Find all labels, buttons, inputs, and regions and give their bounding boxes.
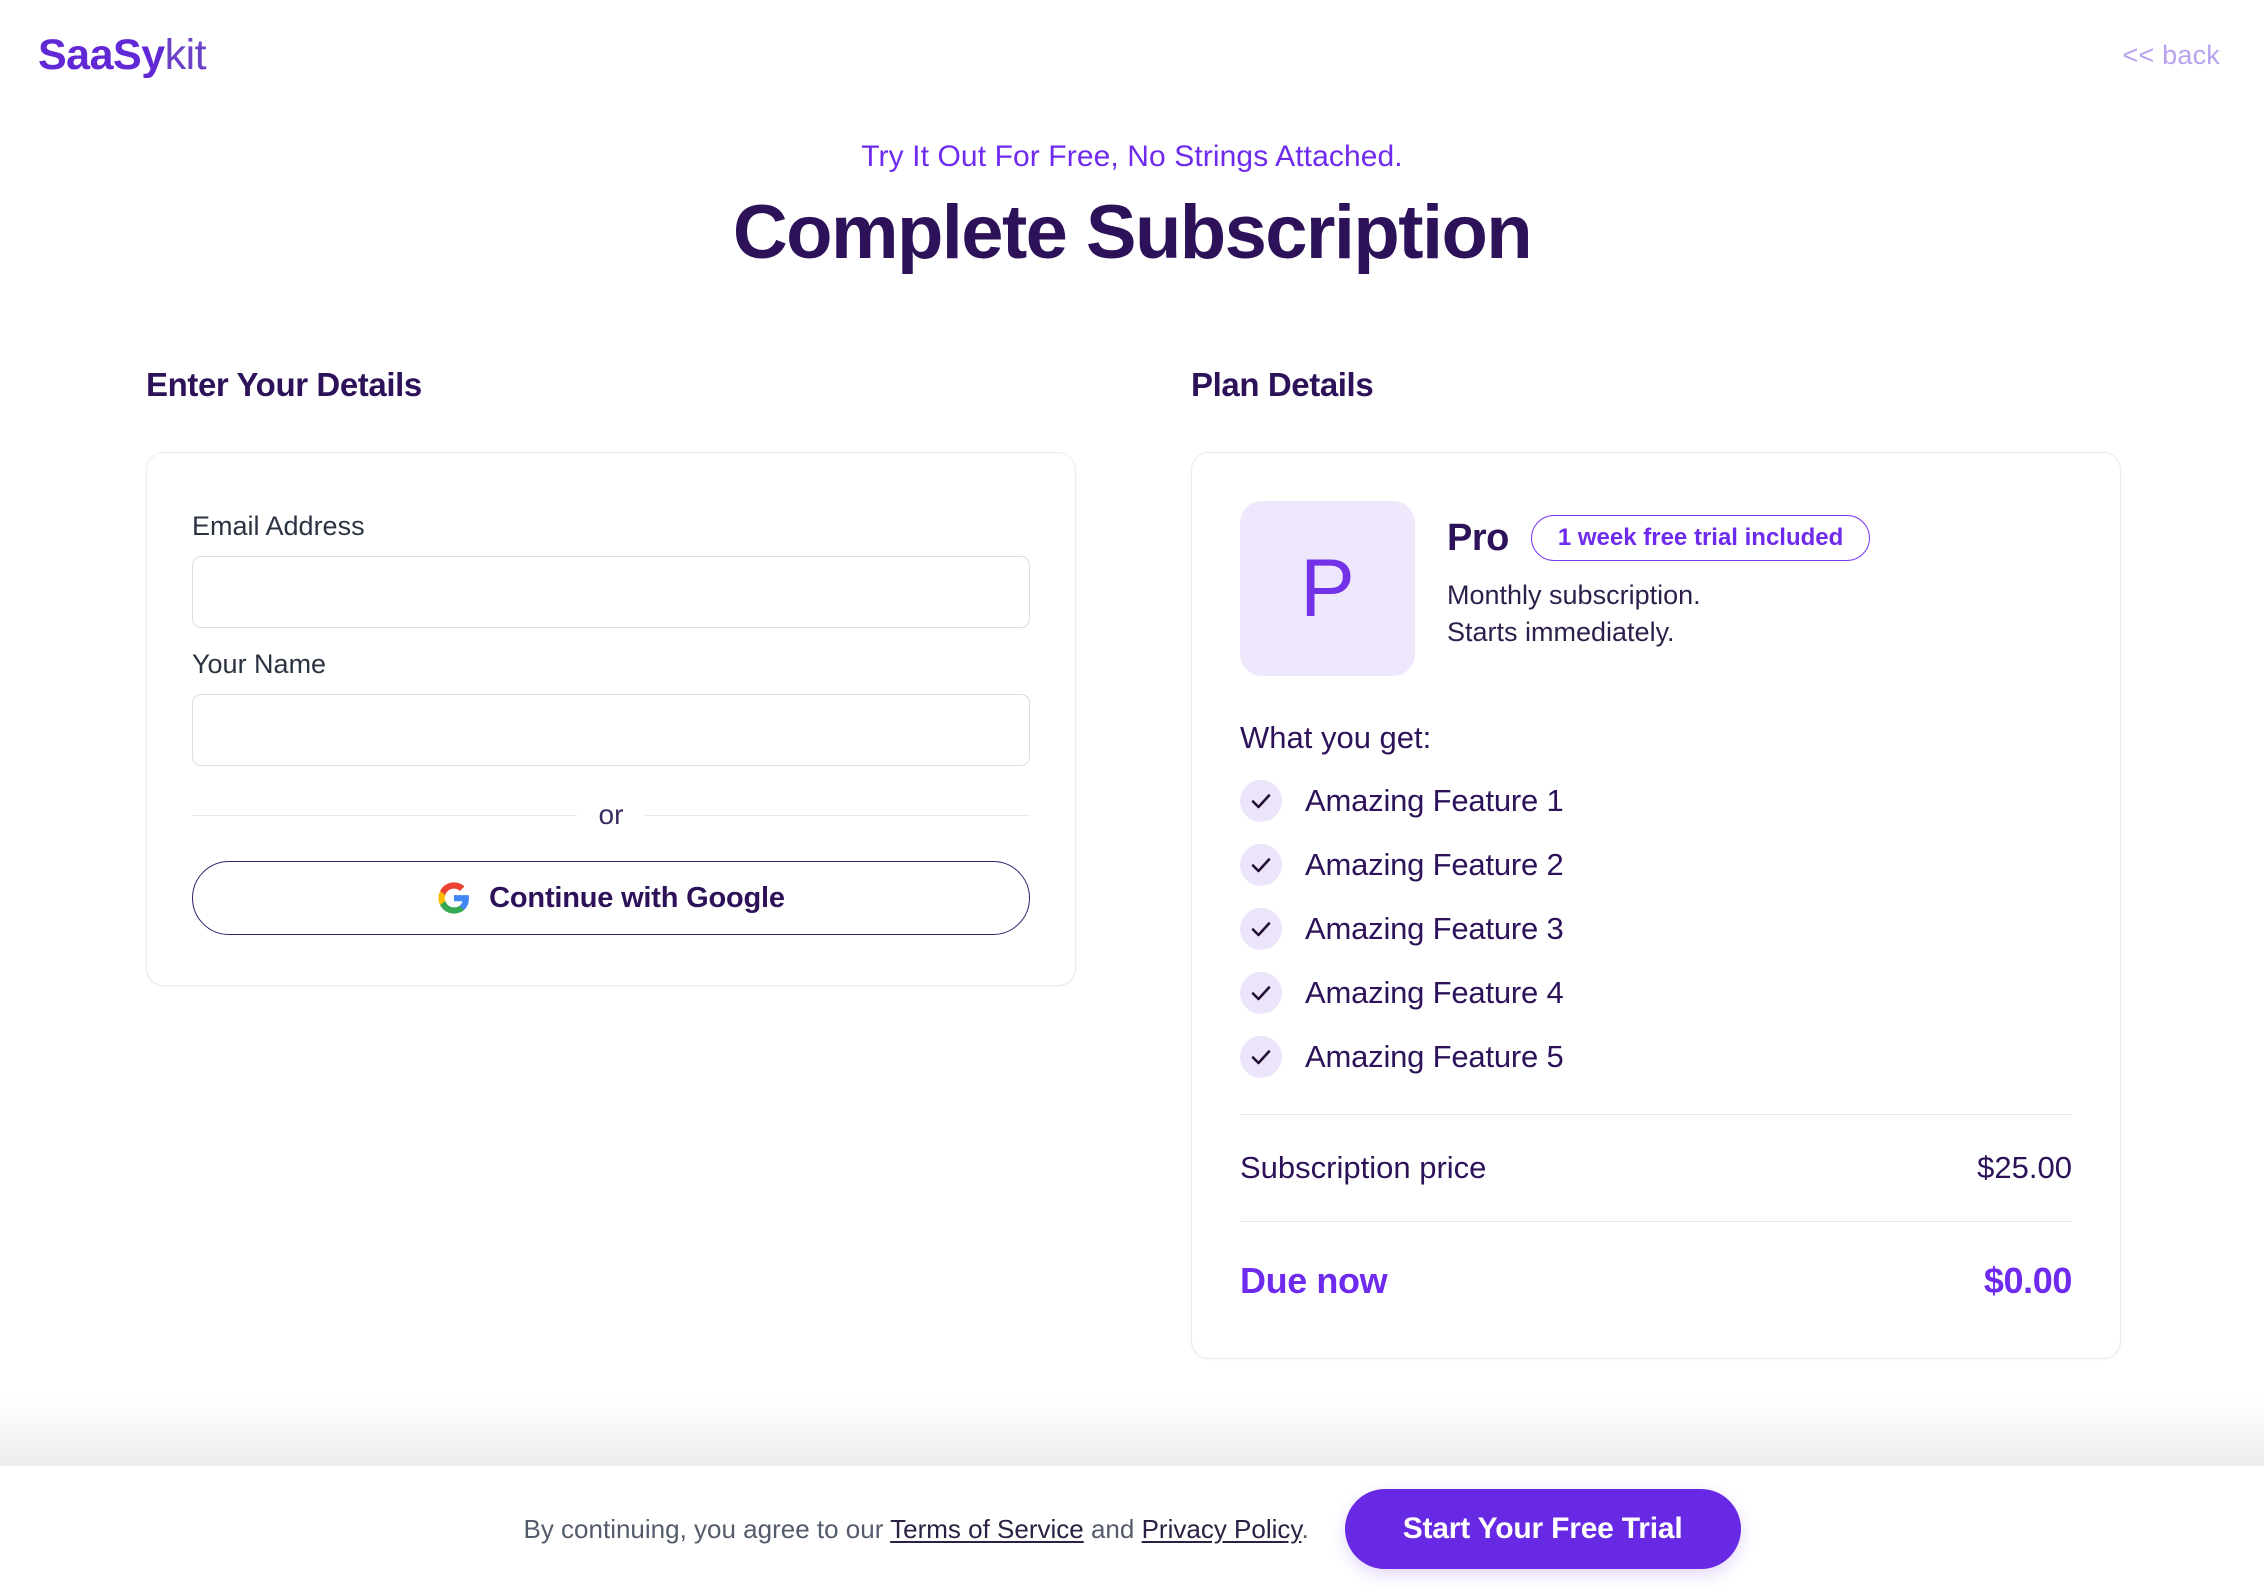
plan-avatar-letter: P (1300, 542, 1355, 634)
email-input[interactable] (192, 556, 1030, 628)
consent-prefix: By continuing, you agree to our (523, 1513, 891, 1544)
divider-line-left (192, 814, 577, 816)
back-link[interactable]: << back (2123, 40, 2220, 71)
google-button-label: Continue with Google (489, 881, 785, 914)
details-card: Email Address Your Name or Continue with… (146, 452, 1076, 986)
consent-suffix: . (1301, 1513, 1309, 1544)
list-item: Amazing Feature 5 (1240, 1036, 2072, 1078)
enter-details-column: Enter Your Details Email Address Your Na… (146, 366, 1076, 1359)
subscription-price-row: Subscription price $25.00 (1240, 1115, 2072, 1221)
list-item: Amazing Feature 2 (1240, 844, 2072, 886)
subscription-price-label: Subscription price (1240, 1150, 1487, 1185)
sticky-footer: By continuing, you agree to our Terms of… (0, 1466, 2264, 1592)
divider-line-right (645, 814, 1030, 816)
logo-text-strong: SaaSy (38, 30, 165, 79)
hero-eyebrow: Try It Out For Free, No Strings Attached… (861, 140, 1403, 173)
plan-billing-info: Monthly subscription. Starts immediately… (1447, 577, 1870, 652)
check-icon (1240, 1036, 1282, 1078)
feature-label: Amazing Feature 1 (1305, 783, 1564, 818)
plan-meta: Pro 1 week free trial included Monthly s… (1447, 501, 1871, 652)
plan-details-column: Plan Details P Pro 1 week free trial inc… (1191, 366, 2121, 1359)
scroll-fade-band (0, 1396, 2264, 1466)
continue-with-google-button[interactable]: Continue with Google (192, 861, 1030, 935)
site-header: SaaSykit << back (0, 0, 2264, 110)
brand-logo[interactable]: SaaSykit (38, 30, 207, 79)
privacy-policy-link[interactable]: Privacy Policy (1142, 1514, 1302, 1544)
terms-of-service-link[interactable]: Terms of Service (890, 1514, 1084, 1544)
check-icon (1240, 780, 1282, 822)
feature-label: Amazing Feature 4 (1305, 975, 1564, 1010)
plan-card: P Pro 1 week free trial included Monthly… (1191, 452, 2121, 1359)
name-label: Your Name (192, 649, 327, 679)
due-now-value: $0.00 (1983, 1260, 2072, 1301)
check-icon (1240, 844, 1282, 886)
plan-billing-line-2: Starts immediately. (1447, 617, 1675, 648)
check-icon (1240, 908, 1282, 950)
list-item: Amazing Feature 4 (1240, 972, 2072, 1014)
check-icon (1240, 972, 1282, 1014)
due-now-row: Due now $0.00 (1240, 1222, 2072, 1306)
free-trial-badge: 1 week free trial included (1530, 515, 1871, 561)
google-icon (437, 881, 471, 915)
enter-details-heading: Enter Your Details (146, 366, 422, 403)
or-divider: or (192, 799, 1030, 831)
plan-name: Pro (1447, 516, 1509, 559)
feature-label: Amazing Feature 5 (1305, 1039, 1564, 1074)
plan-avatar: P (1240, 501, 1415, 676)
start-free-trial-button[interactable]: Start Your Free Trial (1344, 1489, 1741, 1569)
due-now-label: Due now (1240, 1260, 1388, 1301)
logo-text-light: kit (164, 30, 207, 79)
or-label: or (598, 799, 624, 830)
page-title: Complete Subscription (732, 190, 1533, 275)
feature-label: Amazing Feature 2 (1305, 847, 1564, 882)
feature-label: Amazing Feature 3 (1305, 911, 1564, 946)
feature-list: Amazing Feature 1 Amazing Feature 2 Amaz… (1240, 780, 2072, 1078)
hero-section: Try It Out For Free, No Strings Attached… (0, 140, 2264, 275)
features-heading: What you get: (1240, 720, 1432, 755)
name-input[interactable] (192, 694, 1030, 766)
plan-title-row: Pro 1 week free trial included (1447, 515, 1871, 561)
plan-details-heading: Plan Details (1191, 366, 1374, 403)
list-item: Amazing Feature 3 (1240, 908, 2072, 950)
list-item: Amazing Feature 1 (1240, 780, 2072, 822)
subscription-price-value: $25.00 (1977, 1150, 2072, 1185)
plan-header: P Pro 1 week free trial included Monthly… (1240, 501, 2072, 676)
consent-middle: and (1083, 1513, 1142, 1544)
consent-text: By continuing, you agree to our Terms of… (523, 1514, 1308, 1545)
content-columns: Enter Your Details Email Address Your Na… (146, 366, 2121, 1359)
email-label: Email Address (192, 511, 365, 541)
plan-billing-line-1: Monthly subscription. (1447, 580, 1701, 610)
